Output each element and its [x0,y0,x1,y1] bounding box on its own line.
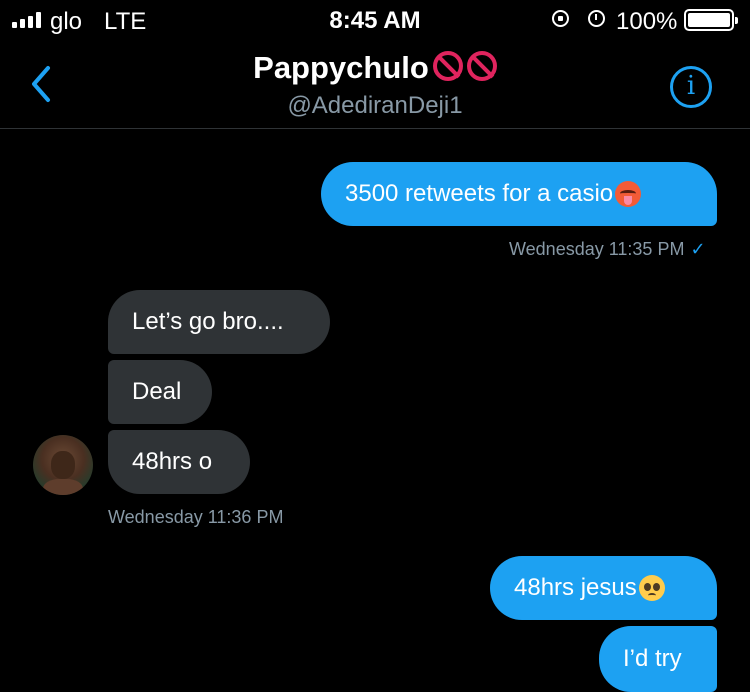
info-glyph: i [686,71,696,101]
message-text: Deal [132,378,182,405]
sent-message[interactable]: I’d try [599,626,717,692]
battery-icon [684,9,738,31]
received-message[interactable]: 48hrs o [108,430,250,494]
status-bar: glo LTE 8:45 AM 100% [0,0,750,40]
rotation-lock-icon [552,10,569,27]
sent-message[interactable]: 48hrs jesus [490,556,717,620]
info-icon[interactable]: i [670,66,712,108]
timestamp-text: Wednesday 11:35 PM [509,239,685,259]
no-entry-sign-emoji [466,51,497,81]
message-text: 3500 retweets for a casio [345,180,614,207]
contact-name: Pappychulo [253,50,429,85]
message-text: 48hrs jesus [514,574,637,601]
battery-percent: 100% [616,8,678,35]
hot-face-emoji [615,181,642,207]
message-timestamp: Wednesday 11:36 PM [108,507,284,527]
message-text: Let’s go bro.... [132,308,284,335]
no-entry-sign-emoji [432,51,463,81]
message-timestamp: Wednesday 11:35 PM ✓ [509,239,706,260]
contact-handle: @AdediranDeji1 [287,92,463,119]
contact-name-row[interactable]: Pappychulo [0,50,750,86]
received-message[interactable]: Let’s go bro.... [108,290,330,354]
avatar[interactable] [33,435,93,495]
message-text: 48hrs o [132,448,213,475]
received-message[interactable]: Deal [108,360,212,424]
pleading-face-emoji [638,575,665,601]
conversation-header: Pappychulo @AdediranDeji1 i [0,40,750,129]
sent-message[interactable]: 3500 retweets for a casio [321,162,717,226]
message-text: I’d try [623,645,682,672]
alarm-icon [588,10,605,27]
sent-check-icon: ✓ [690,239,706,259]
